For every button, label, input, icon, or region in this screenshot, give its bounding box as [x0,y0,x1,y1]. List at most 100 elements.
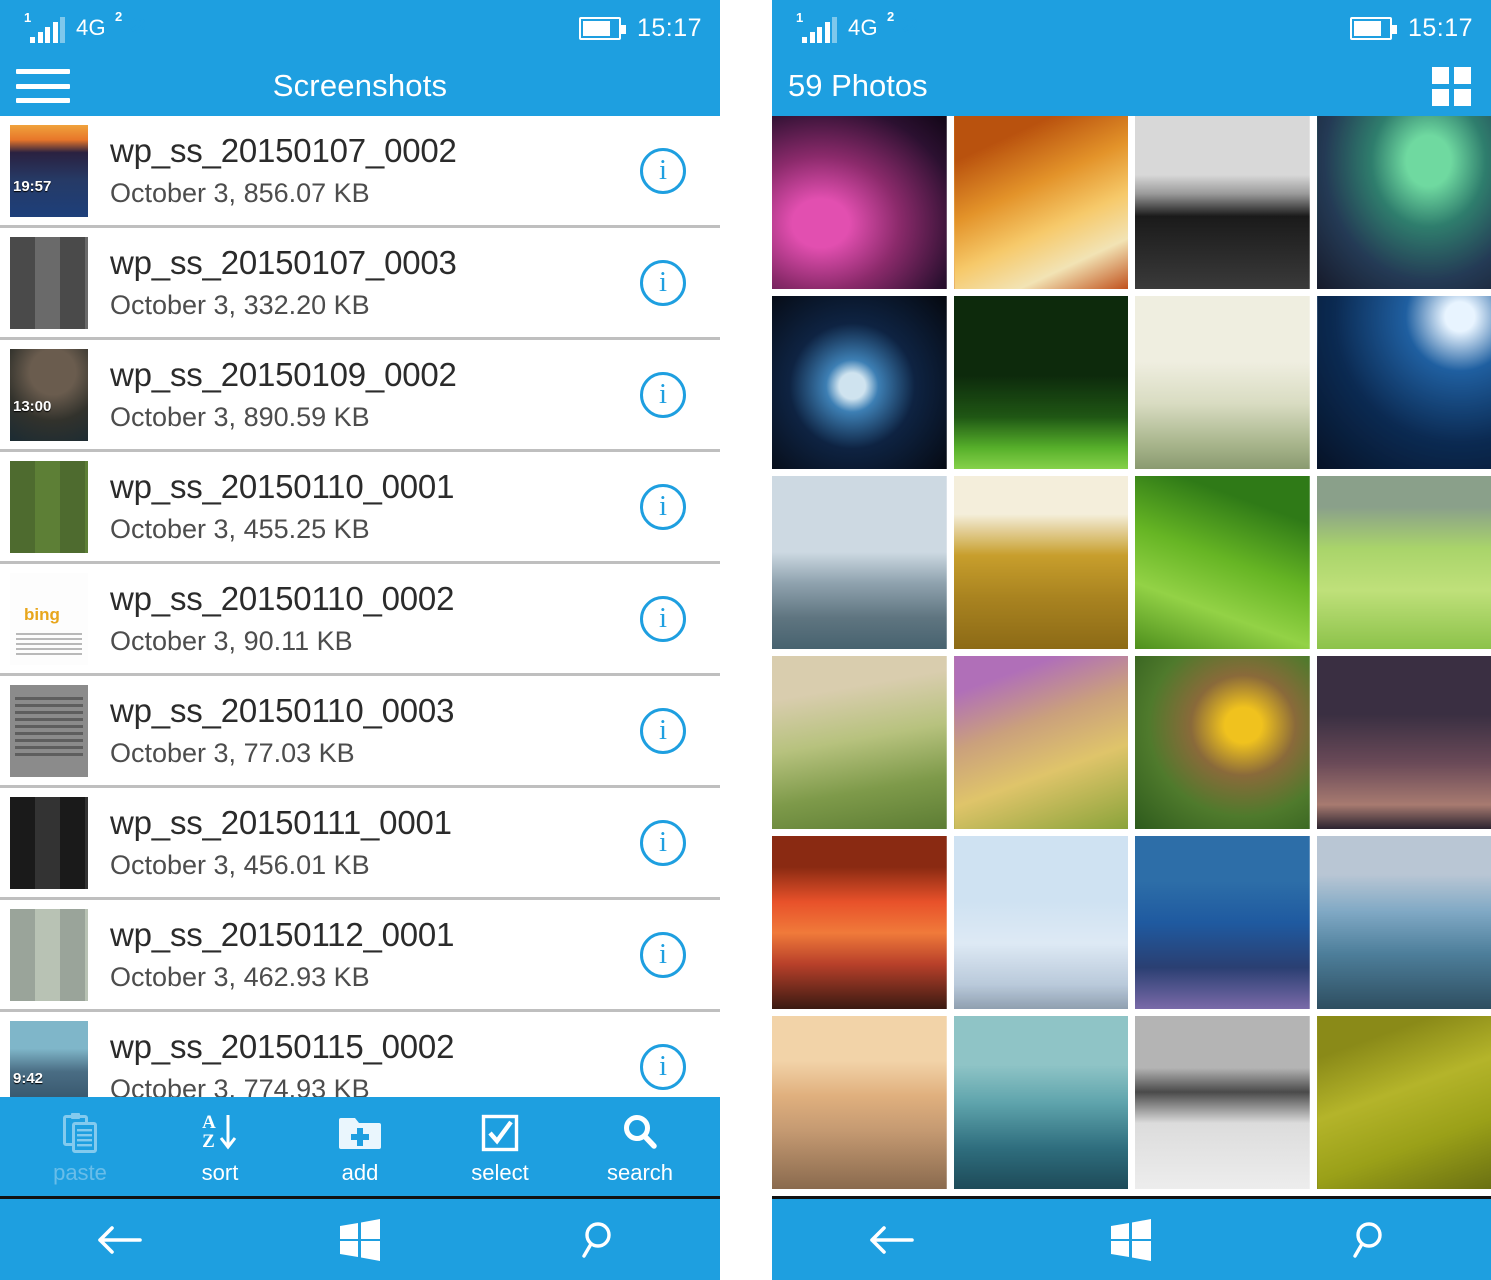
file-list[interactable]: wp_ss_20150107_0002 October 3, 856.07 KB… [0,116,720,1117]
file-thumbnail [10,684,88,777]
page-title: Screenshots [272,68,448,103]
select-button[interactable]: select [434,1110,566,1184]
network-type-label: 4G [76,15,106,40]
add-label: add [341,1159,379,1185]
signal-bars [30,17,65,43]
photo-thumbnail[interactable] [1135,116,1310,289]
file-name: wp_ss_20150111_0001 [110,803,452,841]
table-row[interactable]: wp_ss_20150110_0001 October 3, 455.25 KB… [0,452,720,564]
photo-thumbnail[interactable] [1316,656,1491,829]
search-icon[interactable] [1296,1210,1446,1270]
photos-header: 59 Photos [772,56,1491,116]
dual-screenshot-container: 1 4G 2 15:17 Screenshots 19:57 wp_ss_201… [0,0,1491,1280]
file-thumbnail [10,572,88,665]
status-right-group: 15:17 [578,15,702,41]
sim2-label: 2 [114,9,123,24]
info-icon[interactable]: i [640,819,686,866]
photo-thumbnail[interactable] [772,476,947,649]
file-thumbnail [10,460,88,553]
photo-thumbnail[interactable] [1316,476,1491,649]
info-icon[interactable]: i [640,595,686,642]
grid-view-icon[interactable] [1432,66,1471,106]
photo-thumbnail[interactable] [953,1016,1128,1189]
search-icon[interactable] [525,1210,675,1270]
info-icon[interactable]: i [640,259,686,306]
file-meta: October 3, 332.20 KB [110,289,370,320]
file-thumbnail [10,908,88,1001]
file-name: wp_ss_20150110_0002 [110,579,455,617]
photo-thumbnail[interactable] [1316,116,1491,289]
windows-logo-icon[interactable] [1056,1210,1206,1270]
sim1-label: 1 [24,10,32,25]
status-clock: 15:17 [1407,13,1473,42]
photo-grid[interactable] [772,116,1491,1212]
photo-thumbnail[interactable] [772,296,947,469]
table-row[interactable]: wp_ss_20150110_0002 October 3, 90.11 KB … [0,564,720,676]
photo-thumbnail[interactable] [772,656,947,829]
info-icon[interactable]: i [640,1043,686,1090]
photo-thumbnail[interactable] [1135,836,1310,1009]
info-icon[interactable]: i [640,707,686,754]
signal-bars [802,17,837,43]
right-phone-screen: 1 4G 2 15:17 59 Photos [772,0,1491,1280]
status-bar-left: 1 4G 2 15:17 [0,0,720,56]
file-meta: October 3, 456.01 KB [110,849,370,880]
photo-thumbnail[interactable] [772,836,947,1009]
table-row[interactable]: wp_ss_20150107_0002 October 3, 856.07 KB… [0,116,720,228]
photo-thumbnail[interactable] [1316,1016,1491,1189]
photo-thumbnail[interactable] [1135,296,1310,469]
info-icon[interactable]: i [640,931,686,978]
photo-thumbnail[interactable] [1135,476,1310,649]
file-name: wp_ss_20150112_0001 [110,915,455,953]
paste-button[interactable]: paste [14,1110,146,1184]
table-row[interactable]: wp_ss_20150107_0003 October 3, 332.20 KB… [0,228,720,340]
sim2-label: 2 [886,9,895,24]
file-row-text: wp_ss_20150110_0002 October 3, 90.11 KB [88,578,640,660]
add-folder-icon [338,1110,382,1156]
signal-strength-icon: 1 [796,11,837,43]
battery-icon [578,16,626,40]
photo-thumbnail[interactable] [953,476,1128,649]
photo-thumbnail[interactable] [953,656,1128,829]
add-button[interactable]: add [294,1110,426,1184]
photo-thumbnail[interactable] [1135,1016,1310,1189]
photo-thumbnail[interactable] [1316,296,1491,469]
photo-thumbnail[interactable] [772,1016,947,1189]
status-left-group: 1 4G 2 [24,9,126,43]
photos-count-title: 59 Photos [788,68,928,103]
search-button[interactable]: search [574,1110,706,1184]
status-bar-right: 1 4G 2 15:17 [772,0,1491,56]
table-row[interactable]: wp_ss_20150110_0003 October 3, 77.03 KB … [0,676,720,788]
file-meta: October 3, 455.25 KB [110,513,370,544]
file-row-text: wp_ss_20150115_0002 October 3, 774.93 KB [88,1026,640,1108]
file-meta: October 3, 462.93 KB [110,961,370,992]
file-row-text: wp_ss_20150107_0002 October 3, 856.07 KB [88,130,640,212]
windows-logo-icon[interactable] [285,1210,435,1270]
info-icon[interactable]: i [640,147,686,194]
file-thumbnail [10,796,88,889]
table-row[interactable]: wp_ss_20150109_0002 October 3, 890.59 KB… [0,340,720,452]
sort-button[interactable]: AZ sort [154,1110,286,1184]
paste-label: paste [53,1159,107,1185]
table-row[interactable]: wp_ss_20150112_0001 October 3, 462.93 KB… [0,900,720,1012]
photo-thumbnail[interactable] [953,836,1128,1009]
photo-thumbnail[interactable] [953,296,1128,469]
photo-thumbnail[interactable] [953,116,1128,289]
table-row[interactable]: wp_ss_20150111_0001 October 3, 456.01 KB… [0,788,720,900]
sim-no-service-icon: 2 [114,9,126,43]
back-arrow-icon[interactable] [817,1210,967,1270]
back-arrow-icon[interactable] [45,1210,195,1270]
photo-thumbnail[interactable] [1316,836,1491,1009]
file-name: wp_ss_20150107_0002 [110,131,457,169]
photo-thumbnail[interactable] [1135,656,1310,829]
hamburger-menu-icon[interactable] [16,69,70,103]
info-icon[interactable]: i [640,483,686,530]
file-name: wp_ss_20150110_0003 [110,691,455,729]
photo-thumbnail[interactable] [772,116,947,289]
file-thumbnail [10,348,88,441]
panel-gap [720,0,772,1280]
sort-az-icon: AZ [202,1110,238,1156]
file-name: wp_ss_20150107_0003 [110,243,457,281]
info-icon[interactable]: i [640,371,686,418]
paste-icon [63,1110,97,1156]
